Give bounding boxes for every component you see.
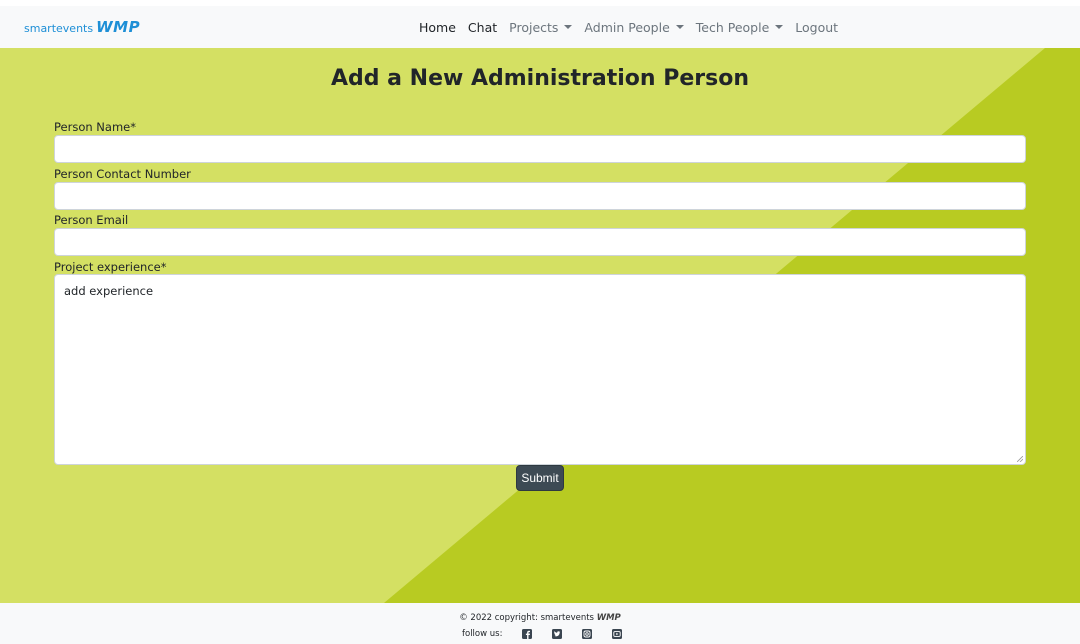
nav-tech-people-dropdown[interactable]: Tech People (690, 20, 790, 35)
project-experience-value: add experience (64, 284, 154, 298)
nav-projects-dropdown[interactable]: Projects (503, 20, 578, 35)
brand-wmp-text: WMP (96, 18, 141, 36)
person-contact-label: Person Contact Number (54, 167, 191, 181)
instagram-icon[interactable] (582, 629, 593, 639)
person-email-input[interactable] (54, 228, 1026, 256)
nav-projects-label: Projects (509, 19, 559, 35)
person-name-input[interactable] (54, 135, 1026, 163)
person-contact-input[interactable] (54, 182, 1026, 210)
person-name-label: Person Name* (54, 120, 136, 134)
nav-tech-people-label: Tech People (695, 19, 770, 35)
follow-us-label: follow us: (462, 629, 503, 639)
project-experience-label: Project experience* (54, 260, 167, 274)
brand-small-text: smartevents (24, 22, 94, 35)
youtube-icon[interactable] (612, 629, 623, 639)
footer: © 2022 copyright: smartevents WMP follow… (0, 603, 1080, 644)
chevron-down-icon (564, 25, 573, 29)
facebook-icon[interactable] (522, 629, 533, 639)
nav-logout-label: Logout (795, 19, 839, 35)
copyright-text: © 2022 copyright: smartevents (459, 613, 594, 623)
submit-button[interactable]: Submit (516, 465, 564, 491)
person-email-label: Person Email (54, 213, 129, 227)
twitter-icon[interactable] (552, 629, 563, 639)
nav-home-label: Home (419, 19, 456, 35)
nav-menu: Home Chat Projects Admin People Tech Peo… (413, 6, 844, 48)
nav-chat-label: Chat (467, 19, 498, 35)
nav-chat[interactable]: Chat (462, 20, 503, 35)
main-section: Add a New Administration Person Person N… (0, 48, 1080, 603)
nav-admin-people-label: Admin People (584, 19, 670, 35)
brand-logo[interactable]: smartevents WMP (24, 18, 140, 36)
chevron-down-icon (775, 25, 784, 29)
nav-home[interactable]: Home (413, 20, 462, 35)
navbar: smartevents WMP Home Chat Projects Admin… (0, 6, 1080, 48)
footer-brand: WMP (596, 613, 621, 623)
follow-us: follow us: (462, 629, 623, 639)
chevron-down-icon (675, 25, 684, 29)
page-title: Add a New Administration Person (330, 66, 749, 91)
add-admin-person-form: Add a New Administration Person Person N… (0, 48, 1080, 603)
nav-logout[interactable]: Logout (789, 20, 844, 35)
resize-handle-icon[interactable] (1017, 456, 1023, 462)
nav-admin-people-dropdown[interactable]: Admin People (578, 20, 689, 35)
project-experience-textarea[interactable]: add experience (54, 274, 1026, 465)
footer-copyright: © 2022 copyright: smartevents WMP (0, 613, 1080, 623)
